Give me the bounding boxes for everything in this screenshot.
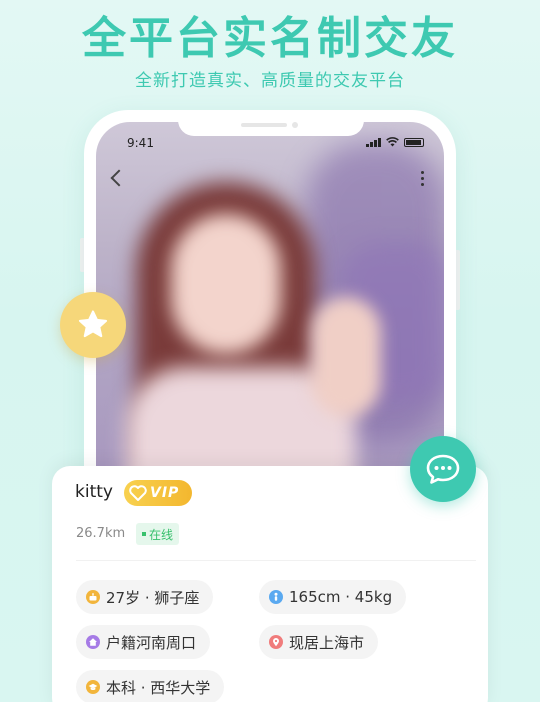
body-icon: [269, 590, 283, 604]
tag-label: 户籍河南周口: [106, 633, 197, 652]
wifi-icon: [386, 137, 399, 147]
online-dot-icon: [142, 532, 146, 536]
vip-badge: VIP: [124, 480, 192, 506]
phone-speaker: [241, 123, 287, 127]
age-icon: [86, 590, 100, 604]
photo-subject: [311, 297, 381, 417]
online-status-badge: 在线: [136, 523, 180, 545]
photo-subject: [171, 214, 281, 354]
more-options-icon[interactable]: [421, 171, 424, 186]
location-icon: [269, 635, 283, 649]
battery-icon: [404, 137, 424, 147]
star-icon: [78, 310, 108, 338]
tag-label: 现居上海市: [289, 633, 365, 652]
online-status-label: 在线: [149, 527, 174, 542]
favorite-button[interactable]: [60, 292, 126, 358]
chat-button[interactable]: [410, 436, 476, 502]
promo-headline: 全平台实名制交友: [82, 13, 458, 64]
tag-label: 本科 · 西华大学: [106, 678, 211, 697]
tag-education: 本科 · 西华大学: [76, 670, 225, 702]
divider: [76, 560, 476, 561]
status-icons: [366, 137, 424, 147]
vip-label: VIP: [150, 485, 180, 501]
profile-photo[interactable]: [96, 122, 444, 472]
heart-icon: [129, 485, 147, 501]
status-time: 9:41: [127, 136, 154, 150]
phone-camera: [292, 122, 298, 128]
tag-label: 165cm · 45kg: [289, 588, 393, 606]
education-icon: [86, 680, 100, 694]
promo-subline: 全新打造真实、高质量的交友平台: [135, 71, 405, 91]
tag-label: 27岁 · 狮子座: [106, 588, 200, 607]
tag-hometown: 户籍河南周口: [76, 625, 211, 659]
distance-label: 26.7km: [76, 526, 126, 541]
phone-notch: [178, 118, 364, 136]
chat-icon: [426, 454, 460, 484]
home-icon: [86, 635, 100, 649]
signal-icon: [366, 137, 381, 147]
tag-age: 27岁 · 狮子座: [76, 580, 214, 614]
tag-residence: 现居上海市: [259, 625, 379, 659]
tag-body: 165cm · 45kg: [259, 580, 407, 614]
profile-name: kitty: [75, 482, 113, 502]
